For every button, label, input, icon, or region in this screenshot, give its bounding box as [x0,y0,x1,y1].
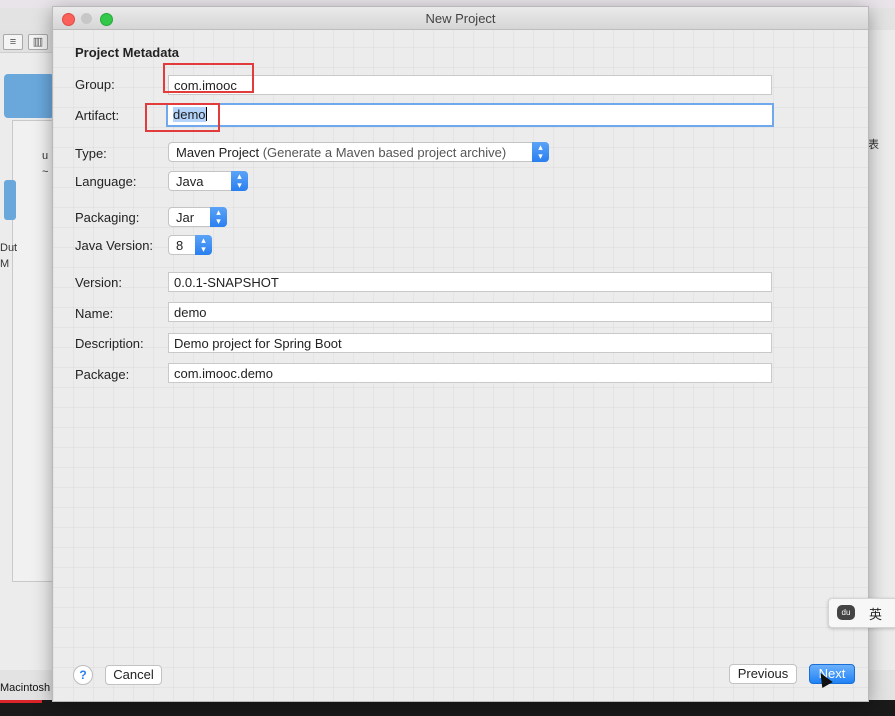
chevron-updown-icon: ▴ ▾ [210,207,227,227]
type-hint: (Generate a Maven based project archive) [262,145,507,160]
dock-label: Macintosh [0,682,51,694]
title-bar: New Project [53,7,868,30]
type-label: Type: [75,146,107,161]
language-label: Language: [75,174,137,189]
input-method-widget[interactable]: du 英 [828,598,895,628]
previous-button[interactable]: Previous [729,664,797,684]
input-method-language: 英 [869,607,883,622]
packaging-select[interactable]: Jar ▴ ▾ [168,207,227,227]
chevron-updown-icon: ▴ ▾ [195,235,212,255]
background-text: u [42,150,49,162]
video-progress-fill [0,700,42,703]
version-input[interactable]: 0.0.1-SNAPSHOT [168,272,772,292]
background-text: 表 [868,139,879,151]
packaging-label: Packaging: [75,210,140,225]
packaging-value: Jar [176,210,195,225]
background-text: ~ [42,166,49,178]
package-value: com.imooc.demo [174,366,273,381]
section-title: Project Metadata [75,45,180,60]
background-text: M [0,258,10,270]
description-label: Description: [75,336,144,351]
artifact-label: Artifact: [75,108,120,123]
list-view-icon[interactable]: ≡ [3,34,23,50]
package-input[interactable]: com.imooc.demo [168,363,772,383]
description-value: Demo project for Spring Boot [174,336,342,351]
window-title: New Project [425,11,496,26]
group-label: Group: [75,77,115,92]
package-label: Package: [75,367,130,382]
help-button[interactable]: ? [73,665,93,685]
new-project-dialog: New Project Project Metadata Group: com.… [52,6,869,702]
baidu-paw-icon: du [837,605,855,620]
version-value: 0.0.1-SNAPSHOT [174,275,279,290]
folder-icon [4,74,54,118]
group-input[interactable]: com.imooc [168,75,772,95]
background-text: Dut [0,242,18,254]
language-select[interactable]: Java ▴ ▾ [168,171,248,191]
name-label: Name: [75,306,114,321]
chevron-updown-icon: ▴ ▾ [231,171,248,191]
type-value: Maven Project [176,145,260,160]
column-view-icon[interactable]: ▥ [28,34,48,50]
name-value: demo [174,305,207,320]
annotation-box-artifact [145,103,220,132]
description-input[interactable]: Demo project for Spring Boot [168,333,772,353]
annotation-box-group [163,63,254,93]
name-input[interactable]: demo [168,302,772,322]
language-value: Java [176,174,204,189]
folder-icon-small [4,180,16,220]
java-version-value: 8 [176,238,184,253]
cancel-button[interactable]: Cancel [105,665,162,685]
artifact-input[interactable]: demo [166,103,774,127]
video-progress-bar [0,700,895,716]
java-version-select[interactable]: 8 ▴ ▾ [168,235,212,255]
chevron-updown-icon: ▴ ▾ [532,142,549,162]
version-label: Version: [75,275,122,290]
type-select[interactable]: Maven Project (Generate a Maven based pr… [168,142,549,162]
java-version-label: Java Version: [75,238,154,253]
